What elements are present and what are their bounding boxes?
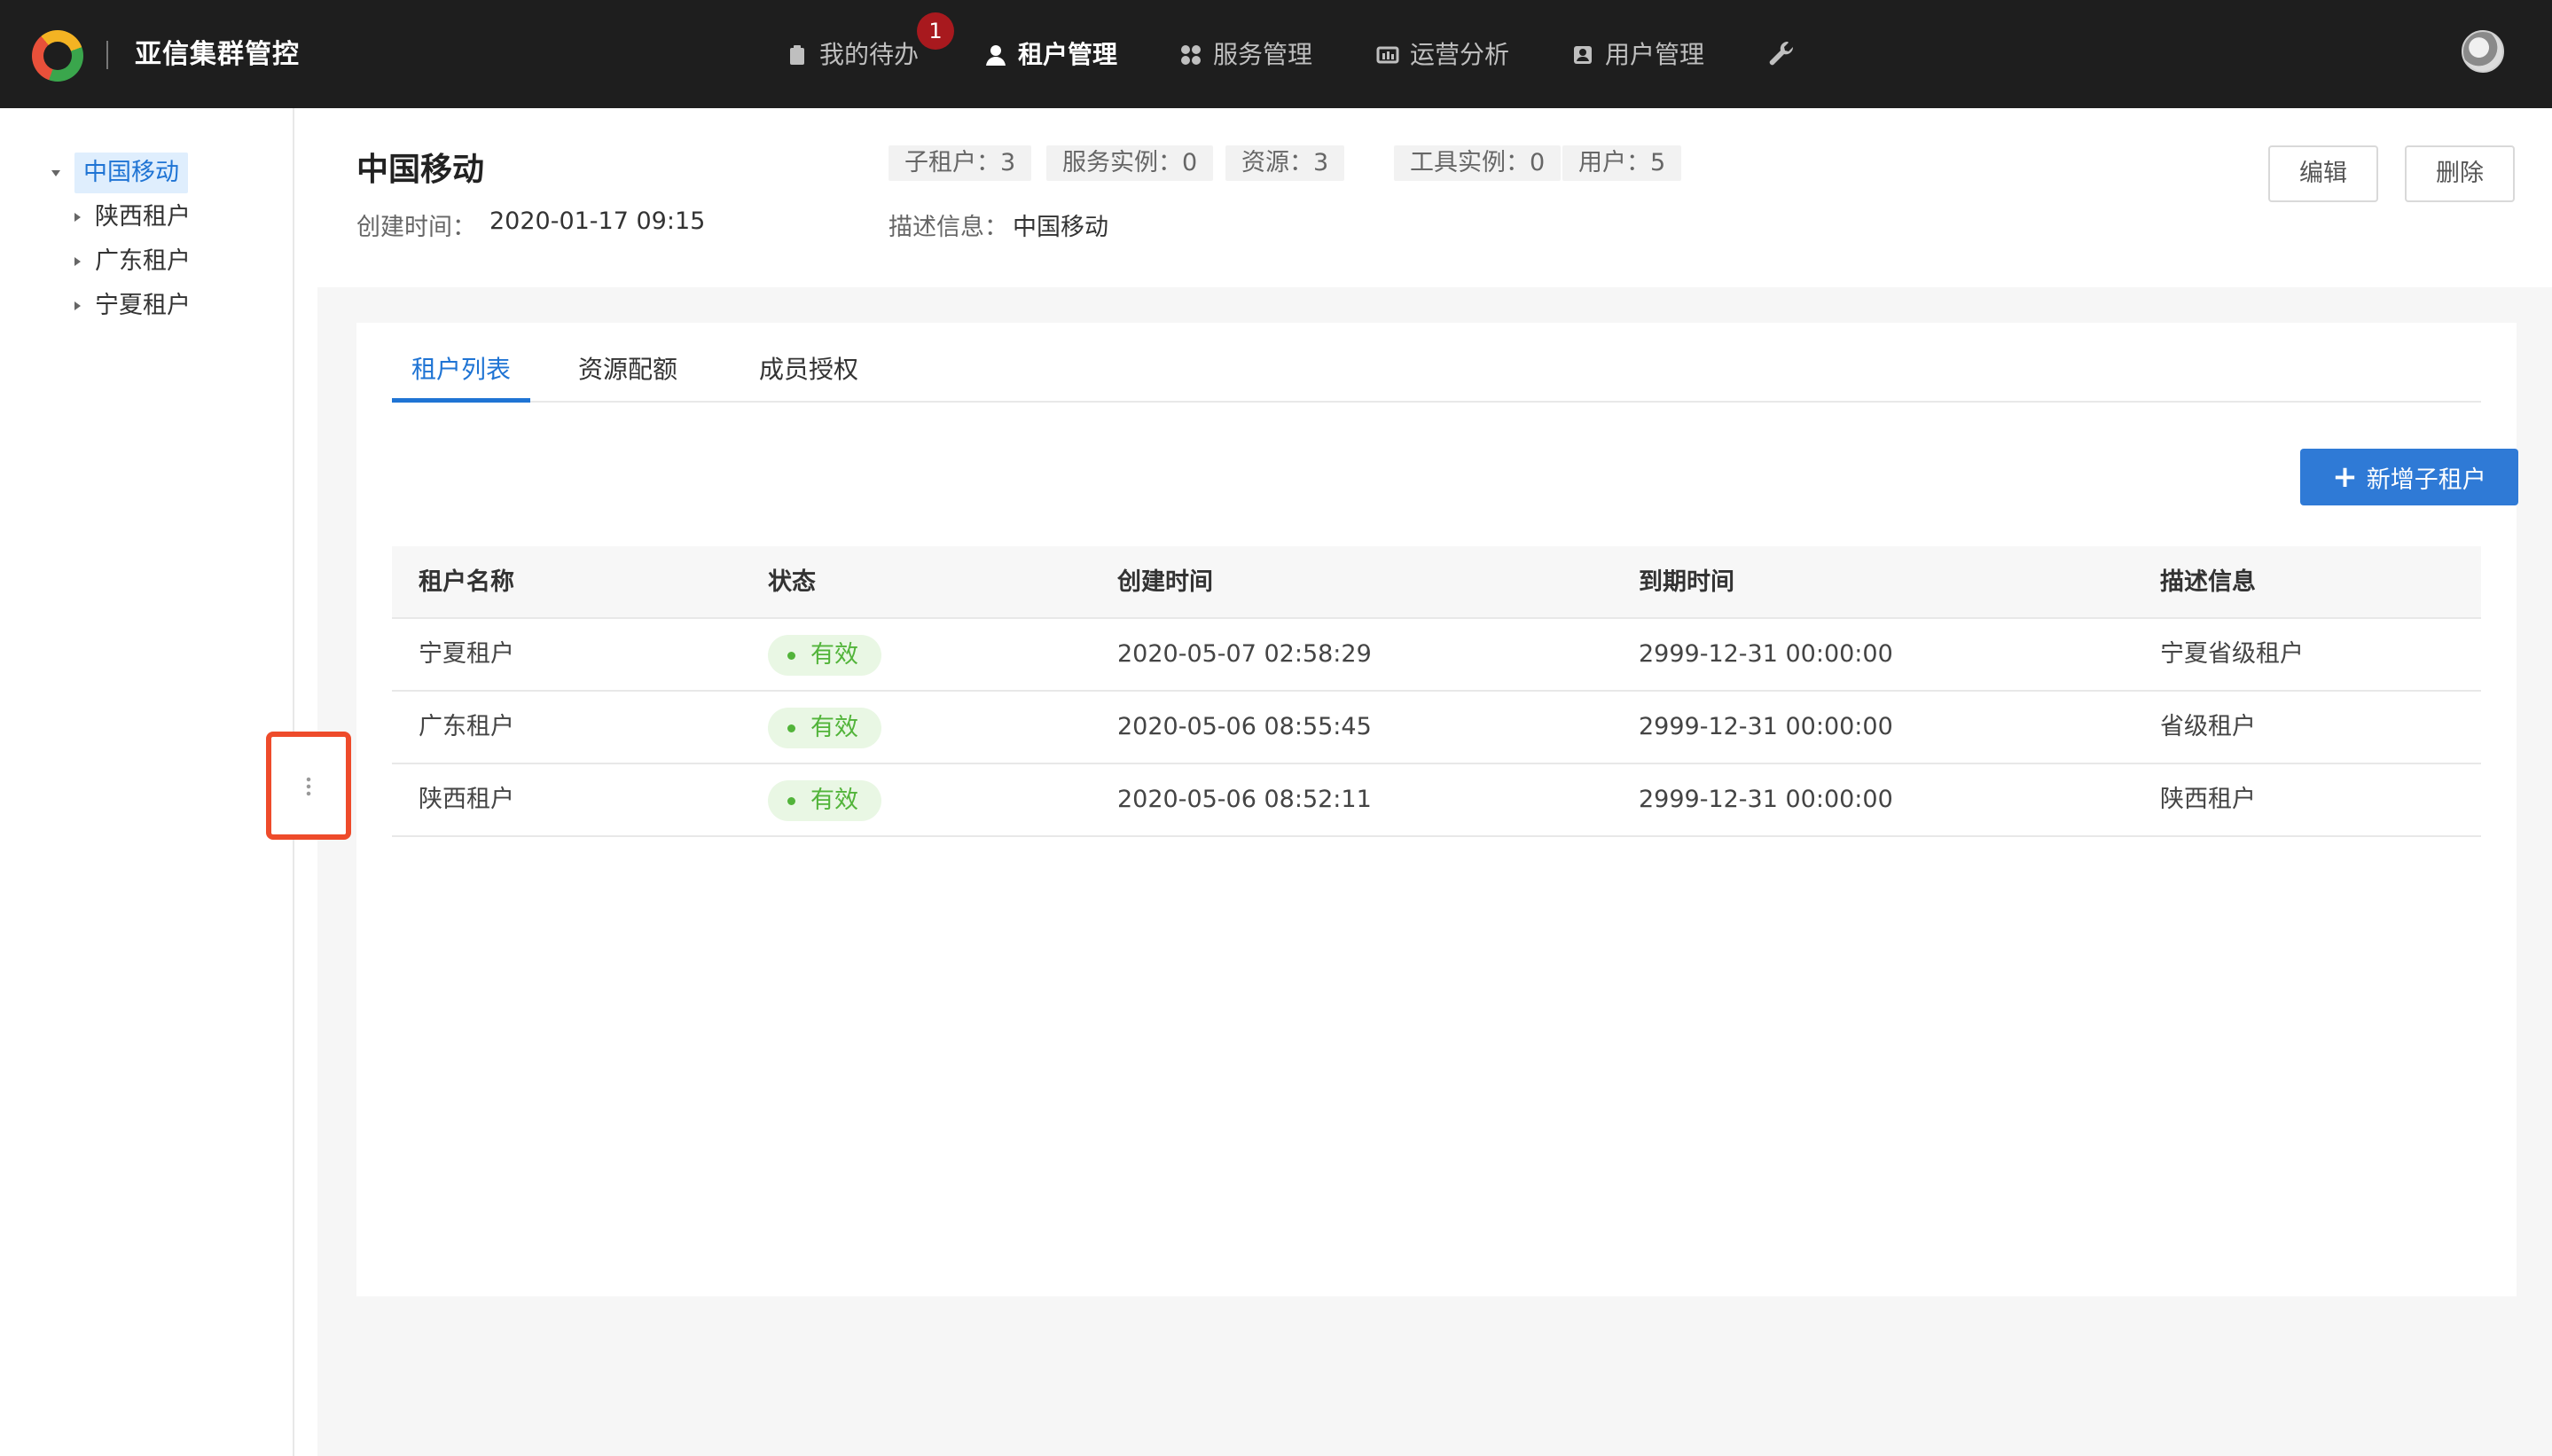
nav-label: 运营分析 bbox=[1410, 40, 1510, 69]
main-content: 中国移动 创建时间： 2020-01-17 09:15 子租户：3 服务实例：0… bbox=[317, 108, 2552, 1456]
status-badge: 有效 bbox=[768, 708, 881, 748]
nav-service-management[interactable]: 服务管理 bbox=[1179, 34, 1312, 76]
nav-label: 租户管理 bbox=[1018, 40, 1118, 69]
cell-created-time: 2020-05-06 08:52:11 bbox=[1117, 786, 1372, 813]
tree-node-label[interactable]: 广东租户 bbox=[95, 241, 191, 282]
tenant-list-card: 租户列表 资源配额 成员授权 + 新增子租户 租户名称 状态 创建时间 到期时间… bbox=[356, 323, 2518, 1296]
tab-tenant-list[interactable]: 租户列表 bbox=[392, 348, 530, 403]
status-badge: 有效 bbox=[768, 780, 881, 821]
tree-node-child[interactable]: 宁夏租户 bbox=[74, 286, 191, 326]
stat-resources: 资源：3 bbox=[1225, 145, 1345, 181]
column-header: 描述信息 bbox=[2160, 568, 2256, 596]
table-header: 租户名称 状态 创建时间 到期时间 描述信息 bbox=[392, 546, 2481, 619]
caret-right-icon[interactable] bbox=[74, 301, 81, 310]
tenant-table: 租户名称 状态 创建时间 到期时间 描述信息 宁夏租户 有效 2020-05-0… bbox=[392, 546, 2481, 837]
column-header: 创建时间 bbox=[1117, 568, 1213, 596]
id-card-icon bbox=[1571, 43, 1594, 67]
tree-node-child[interactable]: 广东租户 bbox=[74, 241, 191, 282]
edit-button[interactable]: 编辑 bbox=[2268, 145, 2378, 202]
cell-expiry-time: 2999-12-31 00:00:00 bbox=[1639, 640, 1893, 668]
user-avatar[interactable] bbox=[2462, 30, 2504, 73]
status-badge: 有效 bbox=[768, 635, 881, 676]
page-title: 中国移动 bbox=[356, 152, 485, 188]
add-sub-tenant-label: 新增子租户 bbox=[2366, 466, 2486, 494]
column-header: 租户名称 bbox=[419, 568, 514, 596]
description-value: 中国移动 bbox=[1013, 214, 1108, 241]
user-icon bbox=[984, 43, 1007, 67]
nav-tenant-management[interactable]: 租户管理 bbox=[984, 34, 1117, 76]
tree-node-root[interactable]: 中国移动 bbox=[51, 153, 188, 193]
tab-resource-quota[interactable]: 资源配额 bbox=[573, 348, 683, 403]
description-label: 描述信息： bbox=[889, 214, 1008, 241]
sidebar-resize-handle[interactable] bbox=[266, 732, 351, 840]
column-header: 状态 bbox=[768, 568, 816, 596]
tenant-header: 中国移动 创建时间： 2020-01-17 09:15 子租户：3 服务实例：0… bbox=[317, 108, 2552, 287]
tab-member-authorization[interactable]: 成员授权 bbox=[754, 348, 864, 403]
plus-icon: + bbox=[2332, 459, 2358, 495]
drag-handle-icon bbox=[306, 776, 311, 797]
cell-description: 宁夏省级租户 bbox=[2160, 640, 2304, 668]
app-title: 亚信集群管控 bbox=[135, 39, 300, 70]
nav-operation-analysis[interactable]: 运营分析 bbox=[1376, 34, 1509, 76]
tree-node-label[interactable]: 宁夏租户 bbox=[95, 286, 191, 326]
top-navbar: 亚信集群管控 我的待办 1 租户管理 服务管理 运营分析 用户管理 bbox=[0, 0, 2552, 108]
clipboard-icon bbox=[786, 43, 809, 67]
brand-divider bbox=[106, 41, 108, 69]
column-header: 到期时间 bbox=[1639, 568, 1734, 596]
cell-created-time: 2020-05-07 02:58:29 bbox=[1117, 640, 1372, 668]
tab-bar: 租户列表 资源配额 成员授权 bbox=[392, 348, 2481, 403]
cell-expiry-time: 2999-12-31 00:00:00 bbox=[1639, 786, 1893, 813]
created-label: 创建时间： bbox=[356, 214, 476, 241]
table-row[interactable]: 陕西租户 有效 2020-05-06 08:52:11 2999-12-31 0… bbox=[392, 764, 2481, 837]
tree-node-label[interactable]: 中国移动 bbox=[74, 153, 188, 193]
cell-expiry-time: 2999-12-31 00:00:00 bbox=[1639, 713, 1893, 740]
table-row[interactable]: 广东租户 有效 2020-05-06 08:55:45 2999-12-31 0… bbox=[392, 692, 2481, 764]
nav-label: 服务管理 bbox=[1213, 40, 1313, 69]
stat-tool-instances: 工具实例：0 bbox=[1394, 145, 1562, 181]
cell-description: 省级租户 bbox=[2160, 713, 2256, 740]
tree-node-label[interactable]: 陕西租户 bbox=[95, 197, 191, 238]
nav-user-management[interactable]: 用户管理 bbox=[1571, 34, 1704, 76]
tree-node-child[interactable]: 陕西租户 bbox=[74, 197, 191, 238]
nav-label: 我的待办 bbox=[819, 40, 920, 69]
tenant-tree-sidebar: 中国移动 陕西租户 广东租户 宁夏租户 bbox=[0, 108, 294, 1456]
nav-my-todo[interactable]: 我的待办 bbox=[786, 34, 919, 76]
add-sub-tenant-button[interactable]: + 新增子租户 bbox=[2300, 449, 2518, 505]
chart-icon bbox=[1376, 43, 1399, 67]
grid-icon bbox=[1179, 43, 1202, 67]
cell-description: 陕西租户 bbox=[2160, 786, 2256, 813]
cell-tenant-name: 宁夏租户 bbox=[419, 640, 514, 668]
caret-down-icon[interactable] bbox=[51, 169, 60, 176]
cell-tenant-name: 广东租户 bbox=[419, 713, 514, 740]
cell-created-time: 2020-05-06 08:55:45 bbox=[1117, 713, 1372, 740]
stat-users: 用户：5 bbox=[1562, 145, 1682, 181]
wrench-icon[interactable] bbox=[1766, 39, 1797, 69]
app-logo bbox=[32, 30, 83, 82]
todo-count-badge: 1 bbox=[917, 12, 954, 50]
caret-right-icon[interactable] bbox=[74, 213, 81, 222]
stat-service-instances: 服务实例：0 bbox=[1046, 145, 1214, 181]
caret-right-icon[interactable] bbox=[74, 257, 81, 266]
nav-label: 用户管理 bbox=[1605, 40, 1705, 69]
delete-button[interactable]: 删除 bbox=[2405, 145, 2515, 202]
stat-sub-tenants: 子租户：3 bbox=[889, 145, 1032, 181]
created-value: 2020-01-17 09:15 bbox=[489, 207, 706, 235]
cell-tenant-name: 陕西租户 bbox=[419, 786, 514, 813]
table-row[interactable]: 宁夏租户 有效 2020-05-07 02:58:29 2999-12-31 0… bbox=[392, 619, 2481, 692]
